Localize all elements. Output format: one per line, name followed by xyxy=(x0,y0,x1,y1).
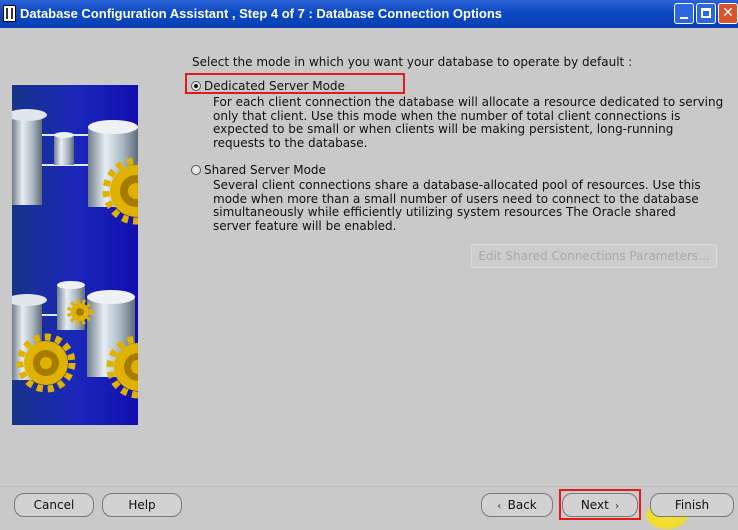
description-line: simultaneously while efficiently utilizi… xyxy=(213,205,676,219)
shared-server-radio[interactable]: Shared Server Mode xyxy=(191,163,326,177)
dedicated-server-description: For each client connection the database … xyxy=(213,95,733,150)
cancel-button[interactable]: Cancel xyxy=(14,493,94,517)
description-line: only that client. Use this mode when the… xyxy=(213,108,681,123)
close-button[interactable]: ✕ xyxy=(718,3,738,24)
maximize-button[interactable] xyxy=(696,3,716,24)
description-line: mode when more than a small number of us… xyxy=(213,191,699,206)
title-bar: Database Configuration Assistant , Step … xyxy=(0,0,738,28)
close-icon: ✕ xyxy=(722,5,734,21)
shared-server-label: Shared Server Mode xyxy=(204,163,326,177)
edit-shared-connections-button[interactable]: Edit Shared Connections Parameters... xyxy=(471,244,717,268)
description-line: server feature will be enabled. xyxy=(213,218,397,233)
description-line: For each client connection the database … xyxy=(213,95,724,109)
footer-divider xyxy=(0,486,738,487)
app-icon[interactable] xyxy=(3,5,16,22)
description-line: Several client connections share a datab… xyxy=(213,178,701,192)
back-label: Back xyxy=(507,498,537,512)
chevron-left-icon: ‹ xyxy=(497,501,508,512)
shared-server-description: Several client connections share a datab… xyxy=(213,178,733,233)
description-line: requests to the database. xyxy=(213,135,368,150)
window-title: Database Configuration Assistant , Step … xyxy=(20,6,503,21)
description-line: expected to be small or when clients wil… xyxy=(213,122,674,136)
minimize-icon xyxy=(680,17,688,19)
back-button[interactable]: ‹ Back xyxy=(481,493,553,517)
dedicated-server-radio[interactable]: Dedicated Server Mode xyxy=(191,79,345,93)
dedicated-server-label: Dedicated Server Mode xyxy=(204,79,345,93)
next-highlight-box xyxy=(559,489,641,520)
help-button[interactable]: Help xyxy=(102,493,182,517)
radio-icon[interactable] xyxy=(191,81,201,91)
database-gears-image xyxy=(7,109,170,399)
wizard-illustration xyxy=(7,85,170,425)
finish-button[interactable]: Finish xyxy=(650,493,734,517)
maximize-icon xyxy=(701,8,711,18)
mode-prompt: Select the mode in which you want your d… xyxy=(192,55,633,69)
radio-icon[interactable] xyxy=(191,165,201,175)
minimize-button[interactable] xyxy=(674,3,694,24)
